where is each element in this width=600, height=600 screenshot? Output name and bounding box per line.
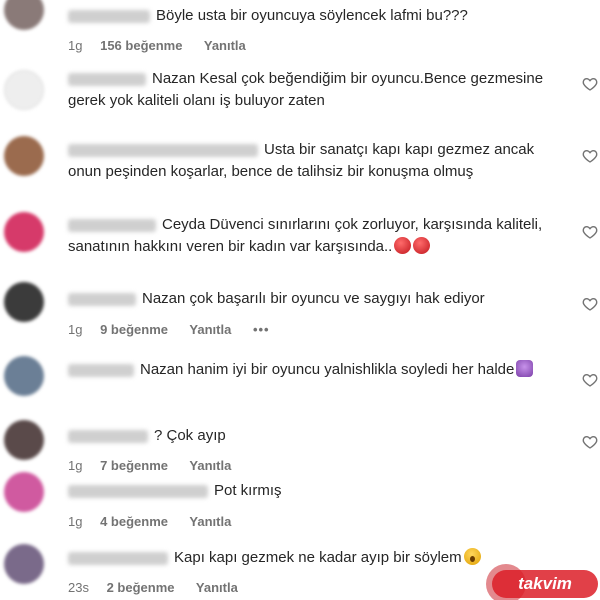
comment-text: Kapı kapı gezmek ne kadar ayıp bir söyle… bbox=[68, 547, 568, 569]
likes-count[interactable]: 156 beğenme bbox=[100, 38, 182, 53]
heart-outline-icon[interactable] bbox=[582, 372, 598, 388]
avatar[interactable] bbox=[4, 356, 44, 396]
angry-face-icon bbox=[394, 237, 412, 254]
reply-button[interactable]: Yanıtla bbox=[189, 458, 231, 473]
comment-text: Ceyda Düvenci sınırlarını çok zorluyor, … bbox=[68, 216, 543, 255]
avatar[interactable] bbox=[4, 0, 44, 30]
comment-meta: 23s 2 beğenme Yanıtla bbox=[68, 580, 256, 595]
angry-face-icon bbox=[413, 237, 431, 254]
more-horizontal-icon[interactable]: ••• bbox=[253, 322, 270, 337]
username-blurred[interactable] bbox=[68, 484, 208, 498]
comment-meta: 1g 156 beğenme Yanıtla bbox=[68, 38, 264, 53]
timestamp: 1g bbox=[68, 38, 83, 53]
comment-text: Nazan çok başarılı bir oyuncu ve saygıyı… bbox=[68, 288, 568, 310]
reply-button[interactable]: Yanıtla bbox=[204, 38, 246, 53]
comment-meta: 1g 7 beğenme Yanıtla bbox=[68, 458, 249, 473]
reply-button[interactable]: Yanıtla bbox=[196, 580, 238, 595]
comment-text: Usta bir sanatçı kapı kapı gezmez ancak … bbox=[68, 141, 535, 180]
comment-text: ? Çok ayıp bbox=[68, 425, 568, 447]
watermark: takvim bbox=[492, 570, 598, 598]
avatar[interactable] bbox=[4, 420, 44, 460]
avatar[interactable] bbox=[4, 544, 44, 584]
person-shrugging-icon bbox=[516, 360, 534, 377]
timestamp: 1g bbox=[68, 322, 83, 337]
timestamp: 23s bbox=[68, 580, 89, 595]
comment-text: Nazan hanim iyi bir oyuncu yalnishlikla … bbox=[68, 359, 568, 381]
heart-outline-icon[interactable] bbox=[582, 148, 598, 164]
username-blurred[interactable] bbox=[68, 363, 134, 377]
comment-text: Pot kırmış bbox=[68, 480, 568, 502]
reply-button[interactable]: Yanıtla bbox=[189, 322, 231, 337]
reply-button[interactable]: Yanıtla bbox=[189, 514, 231, 529]
username-blurred[interactable] bbox=[68, 429, 148, 443]
likes-count[interactable]: 4 beğenme bbox=[100, 514, 168, 529]
username-blurred[interactable] bbox=[68, 9, 150, 23]
likes-count[interactable]: 7 beğenme bbox=[100, 458, 168, 473]
comment-text: Böyle usta bir oyuncuya söylencek lafmi … bbox=[68, 5, 568, 27]
heart-outline-icon[interactable] bbox=[582, 224, 598, 240]
face-open-mouth-icon bbox=[463, 548, 481, 565]
username-blurred[interactable] bbox=[68, 218, 156, 232]
comment-meta: 1g 4 beğenme Yanıtla bbox=[68, 514, 249, 529]
username-blurred[interactable] bbox=[68, 143, 258, 157]
avatar[interactable] bbox=[4, 282, 44, 322]
timestamp: 1g bbox=[68, 458, 83, 473]
likes-count[interactable]: 2 beğenme bbox=[107, 580, 175, 595]
heart-outline-icon[interactable] bbox=[582, 434, 598, 450]
timestamp: 1g bbox=[68, 514, 83, 529]
comment-meta: 1g 9 beğenme Yanıtla ••• bbox=[68, 322, 288, 337]
username-blurred[interactable] bbox=[68, 72, 146, 86]
likes-count[interactable]: 9 beğenme bbox=[100, 322, 168, 337]
username-blurred[interactable] bbox=[68, 551, 168, 565]
comment-text: Nazan Kesal çok beğendiğim bir oyuncu.Be… bbox=[68, 70, 544, 109]
username-blurred[interactable] bbox=[68, 292, 136, 306]
heart-outline-icon[interactable] bbox=[582, 76, 598, 92]
avatar[interactable] bbox=[4, 472, 44, 512]
avatar[interactable] bbox=[4, 136, 44, 176]
heart-outline-icon[interactable] bbox=[582, 296, 598, 312]
avatar[interactable] bbox=[4, 70, 44, 110]
avatar[interactable] bbox=[4, 212, 44, 252]
